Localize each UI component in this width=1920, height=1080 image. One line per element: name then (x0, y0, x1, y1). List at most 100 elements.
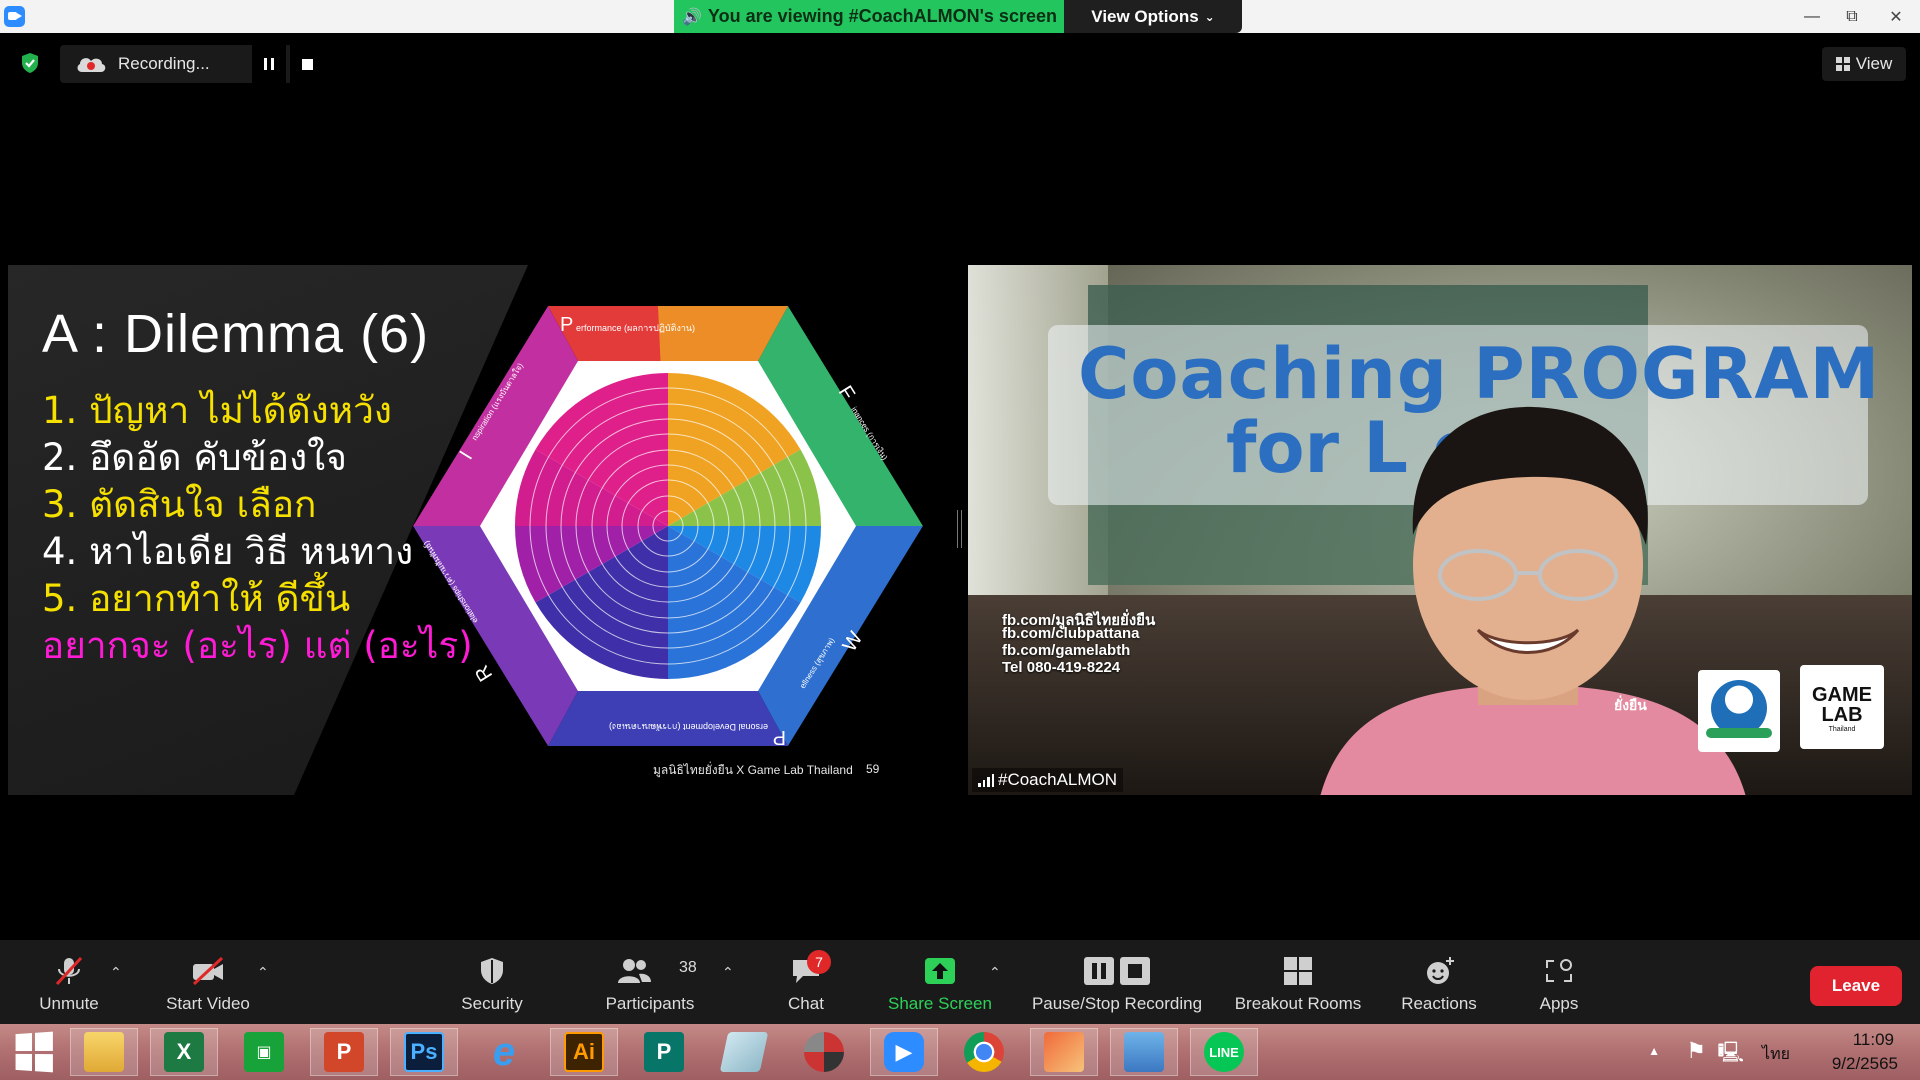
reactions-button[interactable]: Reactions (1392, 940, 1486, 1024)
taskbar-notes[interactable] (710, 1028, 778, 1076)
participants-label: Participants (605, 994, 695, 1013)
slide-credit: มูลนิธิไทยยั่งยืน X Game Lab Thailand (653, 763, 853, 777)
view-options-label: View Options (1091, 6, 1199, 26)
notes-icon (719, 1032, 769, 1072)
close-icon: ✕ (1889, 8, 1903, 26)
taskbar-zoom[interactable]: ▶ (870, 1028, 938, 1076)
video-off-icon (192, 956, 224, 986)
participant-video[interactable]: Coaching PROGRAM for L er fb.com/มูลนิธิ… (968, 265, 1912, 795)
picture-manager-icon (1044, 1032, 1084, 1072)
participants-button[interactable]: 38 Participants (596, 940, 704, 1024)
share-screen-label: Share Screen (888, 994, 992, 1013)
taskbar-picture-manager[interactable] (1030, 1028, 1098, 1076)
participants-options-caret[interactable]: ⌃ (722, 964, 736, 980)
share-screen-icon (925, 958, 955, 984)
pause-stop-recording-button[interactable]: Pause/Stop Recording (1022, 940, 1212, 1024)
minimize-icon: — (1804, 7, 1820, 25)
action-center-flag-icon[interactable]: ⚑ (1686, 1038, 1706, 1064)
participants-icon (617, 959, 651, 983)
view-options-button[interactable]: View Options ⌄ (1064, 0, 1242, 33)
taskbar-excel[interactable]: X (150, 1028, 218, 1076)
clock-time[interactable]: 11:09 (1853, 1030, 1894, 1050)
start-button[interactable] (0, 1024, 66, 1080)
security-button[interactable]: Security (450, 940, 534, 1024)
apps-icon (1546, 959, 1572, 982)
participant-name-tag: #CoachALMON (972, 768, 1124, 792)
taskbar-chrome[interactable] (950, 1028, 1018, 1076)
slide-title: A : Dilemma (6) (42, 304, 430, 364)
line-icon: LINE (1204, 1032, 1244, 1072)
security-label: Security (461, 994, 523, 1013)
unmute-button[interactable]: Unmute (20, 940, 118, 1024)
taskbar-store[interactable]: ▣ (230, 1028, 298, 1076)
security-shield-icon (481, 958, 503, 984)
powerpoint-icon: P (324, 1032, 364, 1072)
reactions-label: Reactions (1401, 994, 1477, 1013)
participant-name: #CoachALMON (998, 770, 1118, 789)
taskbar-publisher[interactable]: P (630, 1028, 698, 1076)
stop-recording-button[interactable] (290, 45, 324, 83)
windows-logo-icon (15, 1031, 53, 1073)
restore-icon: ⧉ (1846, 7, 1858, 25)
taskbar-powerpoint[interactable]: P (310, 1028, 378, 1076)
show-hidden-icons-button[interactable]: ▲ (1648, 1044, 1660, 1058)
participants-count: 38 (679, 959, 697, 976)
minimize-button[interactable]: — (1792, 0, 1832, 33)
video-options-caret[interactable]: ⌃ (257, 964, 271, 980)
start-video-button[interactable]: Start Video (150, 940, 266, 1024)
network-icon[interactable]: 🖳 (1717, 1038, 1744, 1072)
taskbar-file-explorer[interactable] (70, 1028, 138, 1076)
breakout-rooms-label: Breakout Rooms (1234, 994, 1362, 1013)
taskbar-illustrator[interactable]: Ai (550, 1028, 618, 1076)
slide-number: 59 (866, 762, 880, 776)
contact-line: Tel 080-419-8224 (1002, 659, 1121, 676)
apps-button[interactable]: Apps (1530, 940, 1588, 1024)
pause-recording-button[interactable] (252, 45, 286, 83)
wheel-letter: P (773, 726, 786, 748)
connection-signal-icon (978, 774, 994, 787)
view-layout-button[interactable]: View (1822, 47, 1906, 81)
logo-text: GAME (1812, 684, 1872, 706)
share-options-caret[interactable]: ⌃ (989, 964, 1003, 980)
taskbar-photoshop[interactable]: Ps (390, 1028, 458, 1076)
zoom-icon: ▶ (884, 1032, 924, 1072)
audio-options-caret[interactable]: ⌃ (110, 964, 124, 980)
apps-label: Apps (1539, 994, 1579, 1013)
chat-label: Chat (788, 994, 824, 1013)
wheel-letter: P (560, 314, 573, 336)
view-label: View (1855, 54, 1893, 73)
recording-indicator: Recording... (60, 45, 324, 83)
pause-stop-recording-label: Pause/Stop Recording (1031, 994, 1203, 1013)
input-language[interactable]: ไทย (1762, 1042, 1790, 1067)
share-screen-button[interactable]: Share Screen (880, 940, 1000, 1024)
meeting-controls-toolbar: Unmute ⌃ Start Video ⌃ Security 38 Parti… (0, 940, 1920, 1024)
viewing-banner-label: You are viewing #CoachALMON's screen (707, 6, 1057, 26)
reactions-smiley-icon (1427, 957, 1454, 984)
game-lab-logo: GAME LAB Thailand (1800, 665, 1884, 749)
panel-resize-handle[interactable] (957, 510, 962, 548)
window-controls: — ⧉ ✕ (1792, 0, 1920, 33)
leave-button[interactable]: Leave (1810, 966, 1902, 1006)
taskbar-remote-desktop[interactable] (1110, 1028, 1178, 1076)
muted-microphone-icon (55, 956, 83, 986)
breakout-rooms-button[interactable]: Breakout Rooms (1228, 940, 1368, 1024)
close-button[interactable]: ✕ (1872, 0, 1920, 33)
viewing-banner: 🔊 You are viewing #CoachALMON's screen (674, 0, 1064, 33)
stop-icon (301, 58, 313, 70)
excel-icon: X (164, 1032, 204, 1072)
contact-line: fb.com/clubpattana (1002, 625, 1140, 642)
performance-wheel-graphic: P erformance (ผลการปฏิบัติงาน) F inances… (413, 306, 923, 748)
restore-button[interactable]: ⧉ (1832, 0, 1872, 33)
taskbar-fotoscape[interactable] (790, 1028, 858, 1076)
foundation-side-text: ยั่งยืน (1614, 697, 1647, 713)
logo-text: LAB (1821, 704, 1863, 726)
shared-screen: A : Dilemma (6) 1. ปัญหา ไม่ได้ดังหวัง 2… (8, 265, 952, 795)
encryption-shield-icon[interactable] (20, 52, 40, 74)
chat-button[interactable]: 7 Chat (770, 940, 842, 1024)
clock-date[interactable]: 9/2/2565 (1832, 1054, 1898, 1074)
recording-label: Recording... (118, 54, 210, 73)
taskbar-internet-explorer[interactable]: e (470, 1028, 538, 1076)
breakout-rooms-icon (1284, 957, 1312, 985)
title-bar: 🔊 You are viewing #CoachALMON's screen V… (0, 0, 1920, 33)
taskbar-line[interactable]: LINE (1190, 1028, 1258, 1076)
